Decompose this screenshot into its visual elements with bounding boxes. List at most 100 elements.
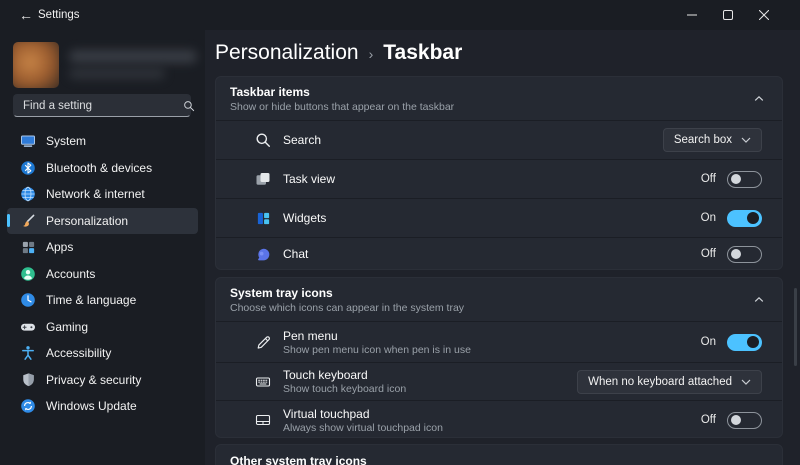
section-subtitle: Choose which icons can appear in the sys… [230,301,465,314]
shield-icon [20,372,36,388]
pen-menu-toggle[interactable] [727,333,762,351]
task-view-toggle[interactable] [727,170,762,188]
personalization-icon [20,213,36,229]
chevron-down-icon [741,379,751,385]
chat-row: Chat Off [216,237,782,269]
sidebar-item-label: System [46,134,87,149]
task-view-icon [254,170,272,188]
sidebar-item-privacy-security[interactable]: Privacy & security [7,367,198,394]
virtual-touchpad-row: Virtual touchpad Always show virtual tou… [216,400,782,437]
touchpad-icon [254,411,272,429]
breadcrumb-personalization[interactable]: Personalization [215,41,359,65]
toggle-state-label: On [700,212,716,224]
settings-window: ← Settings Find a setting System Bluetoo… [0,0,800,465]
touch-keyboard-row: Touch keyboard Show touch keyboard icon … [216,362,782,400]
sidebar-item-label: Privacy & security [46,372,142,387]
virtual-touchpad-toggle[interactable] [727,411,762,429]
sidebar-item-windows-update[interactable]: Windows Update [7,393,198,420]
sidebar-item-accessibility[interactable]: Accessibility [7,340,198,367]
setting-label: Widgets [283,211,327,225]
gaming-icon [20,319,36,335]
setting-description: Show touch keyboard icon [283,383,407,395]
sidebar-item-gaming[interactable]: Gaming [7,314,198,341]
close-icon [759,10,769,20]
sidebar-item-label: Personalization [46,213,129,228]
chevron-down-icon [741,137,751,143]
titlebar: ← Settings [0,0,800,30]
maximize-icon [723,10,733,20]
section-title: Other system tray icons [230,454,367,465]
sidebar-item-apps[interactable]: Apps [7,234,198,261]
breadcrumb-chevron-icon: › [368,46,374,62]
chat-toggle[interactable] [727,245,762,263]
sidebar-nav: System Bluetooth & devices Network & int… [7,128,198,420]
minimize-icon [687,14,697,16]
widgets-row: Widgets On [216,198,782,237]
avatar [13,42,59,88]
search-input[interactable] [14,99,183,112]
widgets-toggle[interactable] [727,209,762,227]
sidebar-item-time-language[interactable]: Time & language [7,287,198,314]
sidebar-item-label: Apps [46,240,74,255]
scrollbar[interactable] [794,288,797,366]
window-controls [674,0,782,30]
sidebar-item-system[interactable]: System [7,128,198,155]
chevron-up-icon [753,294,765,306]
accessibility-icon [20,345,36,361]
search-icon [183,100,195,112]
maximize-button[interactable] [710,0,746,30]
back-arrow-icon: ← [19,7,33,23]
window-title: Settings [38,9,80,21]
section-title: Taskbar items [230,84,310,99]
toggle-state-label: On [700,336,716,348]
sidebar-item-label: Windows Update [46,399,137,414]
chat-icon [254,245,272,263]
chevron-up-icon [753,93,765,105]
sidebar-item-accounts[interactable]: Accounts [7,261,198,288]
sidebar-item-network-internet[interactable]: Network & internet [7,181,198,208]
minimize-button[interactable] [674,0,710,30]
taskbar-items-card: Taskbar items Show or hide buttons that … [215,76,783,270]
sidebar-item-label: Gaming [46,319,89,334]
sidebar-item-bluetooth-devices[interactable]: Bluetooth & devices [7,155,198,182]
back-button[interactable]: ← [14,4,38,26]
task-view-row: Task view Off [216,159,782,198]
setting-label: Search [283,133,322,147]
bluetooth-icon [20,160,36,176]
taskbar-items-header[interactable]: Taskbar items Show or hide buttons that … [216,77,782,120]
section-title: System tray icons [230,285,333,300]
system-tray-icons-header[interactable]: System tray icons Choose which icons can… [216,278,782,321]
user-name-blurred [69,50,197,63]
sidebar-item-personalization[interactable]: Personalization [7,207,198,234]
sidebar-item-label: Network & internet [46,187,145,202]
setting-label: Touch keyboard [283,368,368,382]
network-icon [20,186,36,202]
pen-icon [254,333,272,351]
system-icon [20,133,36,149]
dropdown-value: Search box [673,134,732,146]
setting-label: Pen menu [283,328,338,343]
accounts-icon [20,266,36,282]
touch-keyboard-dropdown[interactable]: When no keyboard attached [577,369,762,394]
sidebar-item-label: Accessibility [46,346,112,361]
find-setting-searchbox[interactable] [13,94,195,117]
search-style-dropdown[interactable]: Search box [662,128,762,152]
toggle-state-label: Off [700,173,716,185]
time-language-icon [20,292,36,308]
sidebar: System Bluetooth & devices Network & int… [0,30,205,465]
sidebar-item-label: Time & language [46,293,137,308]
touch-keyboard-icon [254,373,272,391]
page-title: Taskbar [383,41,463,64]
other-system-tray-icons-card: Other system tray icons Show or hide add… [215,444,783,465]
dropdown-value: When no keyboard attached [588,375,732,388]
close-button[interactable] [746,0,782,30]
widgets-icon [254,209,272,227]
main-content: Personalization › Taskbar Taskbar items … [205,30,800,465]
other-system-tray-icons-header[interactable]: Other system tray icons Show or hide add… [216,445,782,465]
toggle-state-label: Off [700,414,716,426]
breadcrumb: Personalization › Taskbar [215,36,462,70]
setting-description: Always show virtual touchpad icon [283,421,443,434]
sidebar-item-label: Accounts [46,266,96,281]
user-profile[interactable] [13,42,197,90]
pen-menu-row: Pen menu Show pen menu icon when pen is … [216,321,782,362]
